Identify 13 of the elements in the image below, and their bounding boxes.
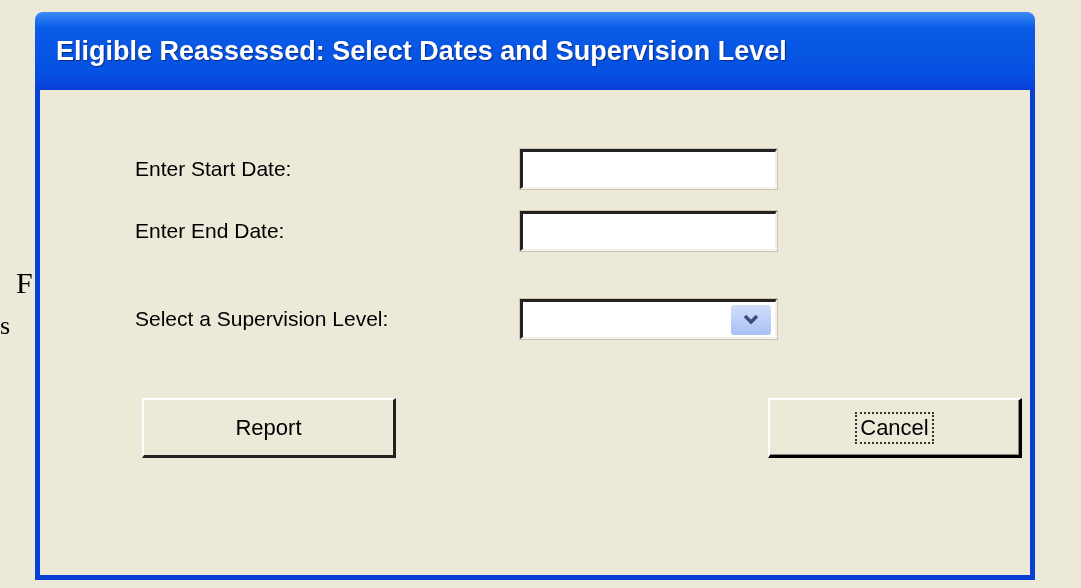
- background-text: s: [0, 311, 11, 341]
- cancel-button[interactable]: Cancel: [768, 398, 1022, 458]
- date-input-field[interactable]: [520, 149, 777, 189]
- field-label: Enter Start Date:: [135, 157, 293, 181]
- date-input-field[interactable]: [520, 211, 777, 251]
- dropdown-field[interactable]: [520, 299, 777, 339]
- report-button[interactable]: Report: [142, 398, 396, 458]
- window-title: Eligible Reassessed: Select Dates and Supervision Level: [35, 12, 1035, 90]
- dropdown-arrow-button[interactable]: [731, 305, 771, 335]
- background-text: F: [16, 266, 33, 300]
- field-label: Select a Supervision Level:: [135, 307, 390, 331]
- field-label: Enter End Date:: [135, 219, 286, 243]
- chevron-down-icon: [743, 314, 759, 326]
